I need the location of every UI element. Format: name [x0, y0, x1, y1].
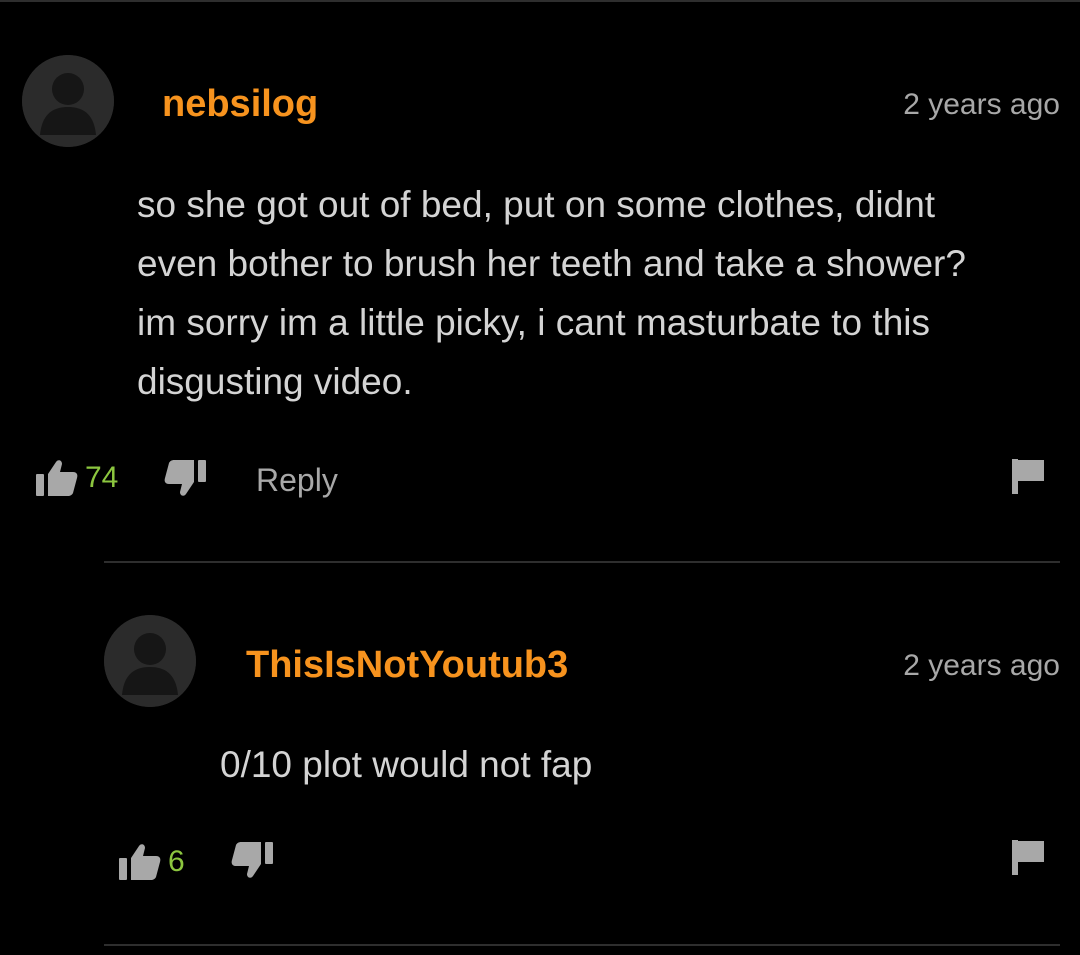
- comment-username[interactable]: ThisIsNotYoutub3: [246, 643, 568, 687]
- like-count: 74: [85, 461, 119, 494]
- thumbs-up-icon: [35, 458, 79, 498]
- flag-button[interactable]: [1011, 457, 1047, 495]
- comment-text-line: even bother to brush her teeth and take …: [137, 243, 966, 284]
- bottom-divider: [104, 944, 1060, 946]
- comment-text-line: so she got out of bed, put on some cloth…: [137, 184, 936, 225]
- comment-text-line: 0/10 plot would not fap: [220, 744, 593, 785]
- flag-icon: [1011, 838, 1047, 876]
- flag-button[interactable]: [1011, 838, 1047, 876]
- comment-text-line: disgusting video.: [137, 361, 413, 402]
- like-count: 6: [168, 845, 185, 878]
- like-button[interactable]: 6: [118, 842, 185, 882]
- flag-icon: [1011, 457, 1047, 495]
- thumbs-down-icon: [163, 458, 207, 498]
- comment-timestamp: 2 years ago: [903, 649, 1060, 682]
- comment-text: 0/10 plot would not fap: [220, 735, 592, 794]
- thumbs-down-icon: [230, 840, 274, 880]
- comment-divider: [104, 561, 1060, 563]
- comment-username[interactable]: nebsilog: [162, 82, 318, 126]
- thumbs-up-icon: [118, 842, 162, 882]
- comment-timestamp: 2 years ago: [903, 88, 1060, 121]
- comment-text: so she got out of bed, put on some cloth…: [137, 175, 966, 411]
- comment-text-line: im sorry im a little picky, i cant mastu…: [137, 302, 930, 343]
- user-avatar[interactable]: [22, 55, 114, 147]
- dislike-button[interactable]: [230, 840, 274, 880]
- top-divider: [0, 0, 1080, 2]
- like-button[interactable]: 74: [35, 458, 118, 498]
- user-avatar[interactable]: [104, 615, 196, 707]
- dislike-button[interactable]: [163, 458, 207, 498]
- reply-button[interactable]: Reply: [256, 462, 338, 498]
